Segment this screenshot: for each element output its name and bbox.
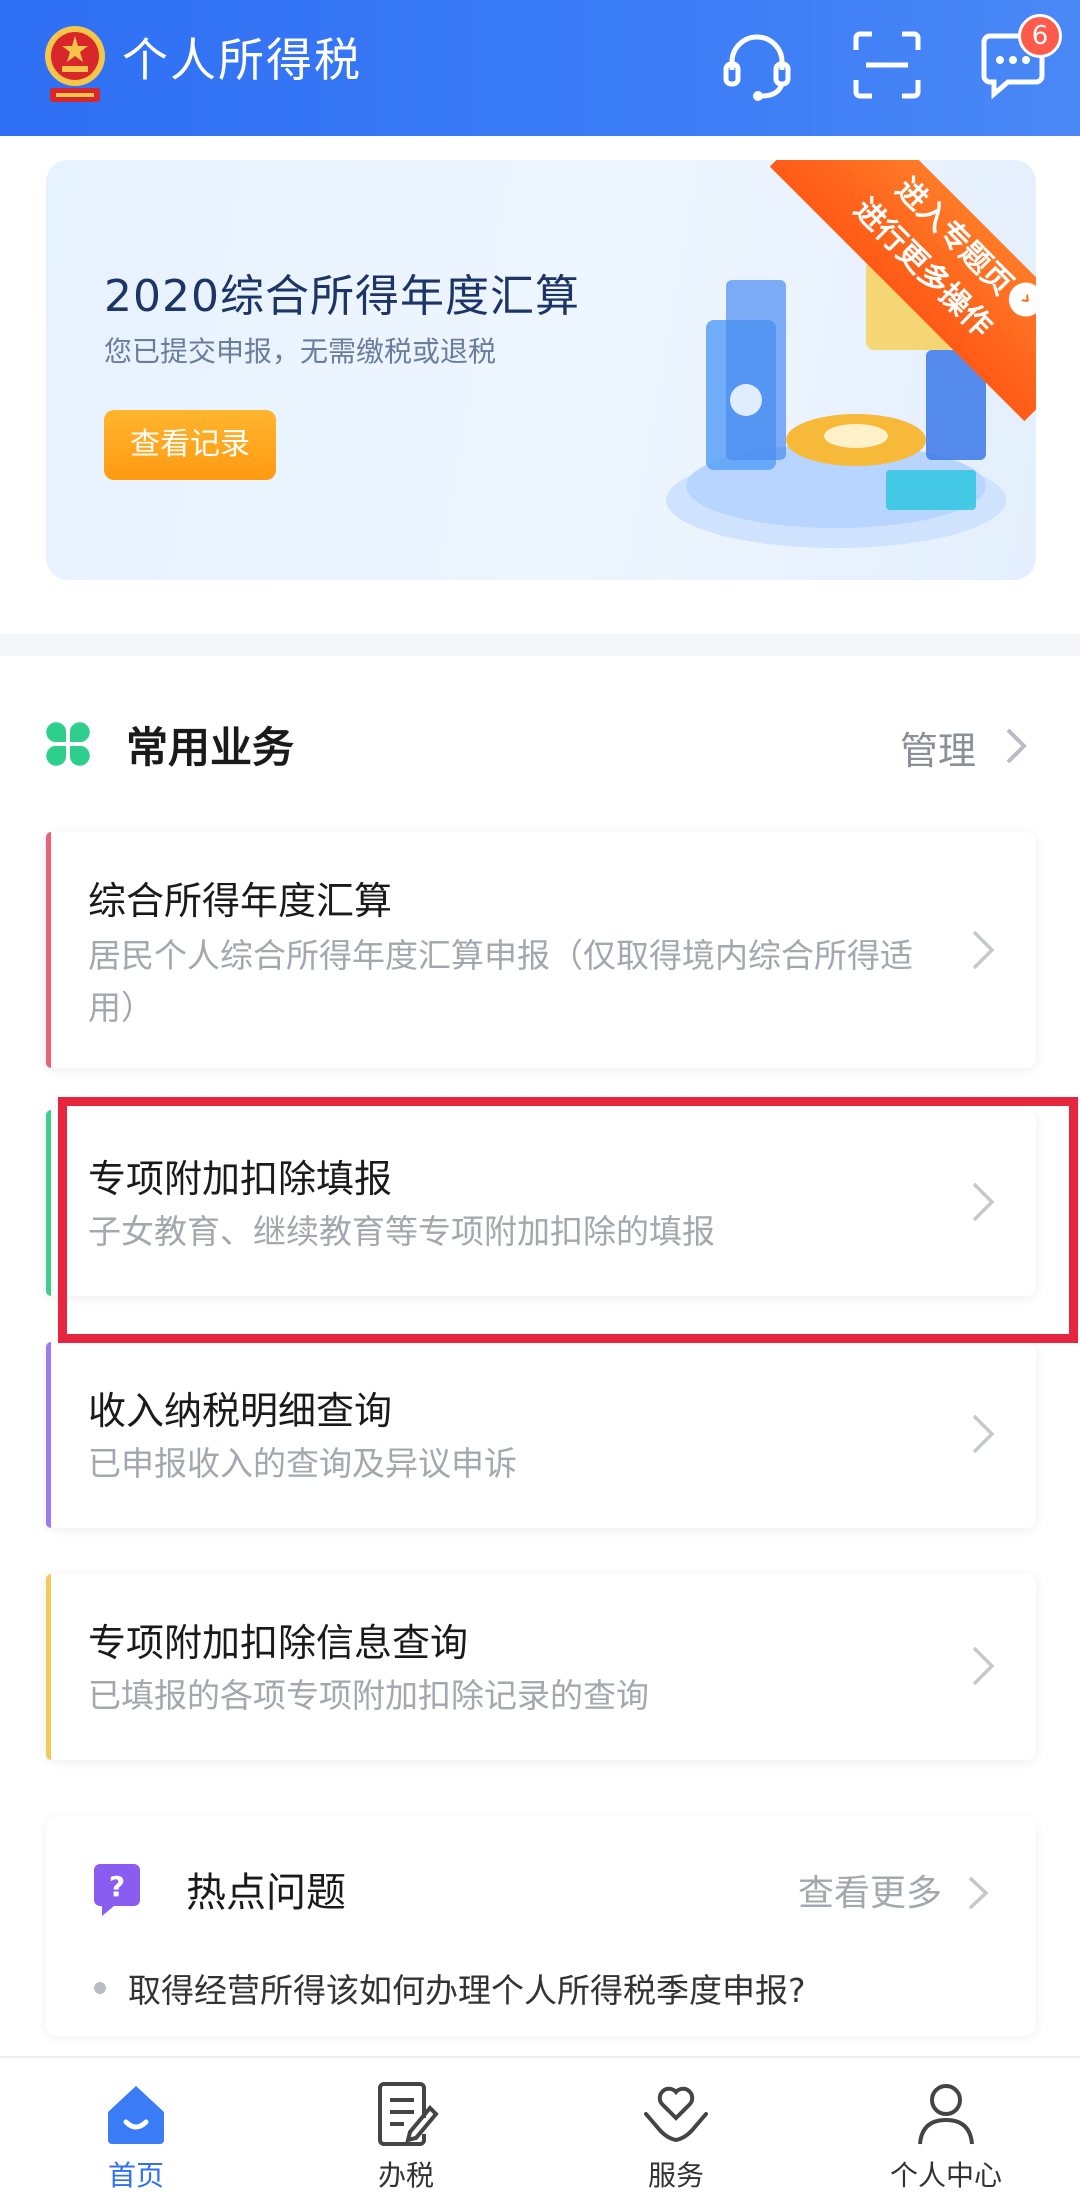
card-title: 综合所得年度汇算 (88, 879, 393, 923)
chevron-right-icon (972, 930, 995, 970)
question-bubble-icon: ? (94, 1864, 140, 1916)
manage-link[interactable]: 管理 (900, 720, 976, 775)
service-card-income-tax-query[interactable]: 收入纳税明细查询 已申报收入的查询及异议申诉 (46, 1342, 1036, 1528)
card-accent-bar (46, 832, 51, 1068)
chevron-right-icon (972, 1646, 995, 1686)
service-card-special-deduction-query[interactable]: 专项附加扣除信息查询 已填报的各项专项附加扣除记录的查询 (46, 1574, 1036, 1760)
card-description: 已申报收入的查询及异议申诉 (88, 1444, 517, 1483)
card-title: 专项附加扣除信息查询 (88, 1621, 469, 1665)
chevron-right-icon (972, 1182, 995, 1222)
hot-question-item[interactable]: 取得经营所得该如何办理个人所得税季度申报? (128, 1964, 806, 2012)
card-title: 收入纳税明细查询 (88, 1389, 393, 1433)
nav-profile[interactable]: 个人中心 (846, 2078, 1046, 2206)
person-icon (918, 2084, 974, 2145)
hot-questions-panel: ? 热点问题 查看更多 取得经营所得该如何办理个人所得税季度申报? (46, 1816, 1036, 2036)
svg-text:?: ? (109, 1870, 125, 1903)
card-description: 子女教育、继续教育等专项附加扣除的填报 (88, 1212, 715, 1251)
bullet-dot (94, 1982, 106, 1994)
nav-tax[interactable]: 办税 (306, 2078, 506, 2206)
view-records-button[interactable]: 查看记录 (104, 410, 276, 480)
nav-label: 首页 (107, 2159, 164, 2192)
hot-questions-title: 热点问题 (186, 1870, 346, 1916)
nav-label: 个人中心 (889, 2159, 1002, 2192)
message-count-badge: 6 (1018, 14, 1062, 58)
nav-service[interactable]: 服务 (576, 2078, 776, 2206)
document-edit-icon (378, 2082, 439, 2146)
customer-service-icon[interactable] (718, 26, 796, 104)
app-title: 个人所得税 (122, 33, 362, 87)
section-divider (0, 634, 1080, 656)
banner-title: 2020综合所得年度汇算 (104, 271, 580, 322)
banner-subtitle: 您已提交申报，无需缴税或退税 (104, 335, 497, 368)
nav-label: 服务 (647, 2159, 704, 2192)
service-card-special-deduction-filing[interactable]: 专项附加扣除填报 子女教育、继续教育等专项附加扣除的填报 (46, 1110, 1036, 1296)
bottom-navigation: 首页 办税 服务 个人中心 (0, 2056, 1080, 2204)
common-services-title: 常用业务 (126, 723, 295, 772)
annual-settlement-banner[interactable]: 2020综合所得年度汇算 您已提交申报，无需缴税或退税 查看记录 进入专题页 进… (46, 160, 1036, 580)
emblem-icon (40, 22, 110, 108)
chevron-right-icon[interactable] (1002, 726, 1030, 766)
app-header: 个人所得税 6 (0, 0, 1080, 136)
card-accent-bar (46, 1110, 51, 1296)
view-more-link[interactable]: 查看更多 (798, 1864, 942, 1916)
card-title: 专项附加扣除填报 (88, 1157, 393, 1201)
card-accent-bar (46, 1342, 51, 1528)
nav-home[interactable]: 首页 (36, 2078, 236, 2206)
service-card-annual-settlement[interactable]: 综合所得年度汇算 居民个人综合所得年度汇算申报（仅取得境内综合所得适用） (46, 832, 1036, 1068)
heart-hands-icon (644, 2086, 708, 2143)
scan-icon[interactable] (848, 26, 926, 104)
chevron-right-icon (972, 1414, 995, 1454)
card-description: 居民个人综合所得年度汇算申报（仅取得境内综合所得适用） (88, 936, 913, 1027)
four-leaf-grid-icon (46, 722, 90, 766)
card-accent-bar (46, 1574, 51, 1760)
nav-label: 办税 (377, 2159, 434, 2192)
chevron-right-icon[interactable] (966, 1874, 990, 1912)
card-description: 已填报的各项专项附加扣除记录的查询 (88, 1676, 649, 1715)
home-icon (108, 2086, 164, 2144)
